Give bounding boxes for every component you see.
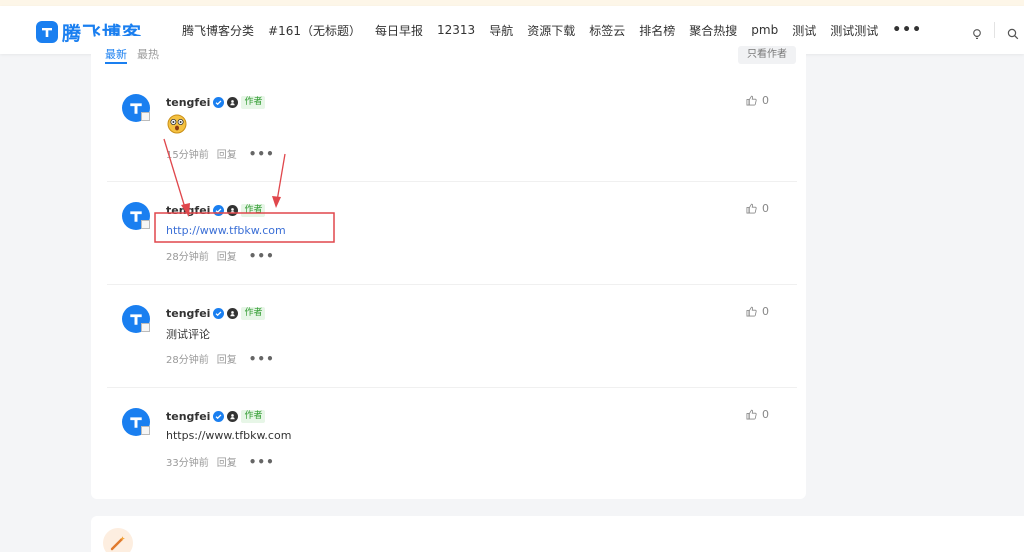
comment-author[interactable]: tengfei xyxy=(166,204,210,217)
search-icon[interactable] xyxy=(1007,25,1019,40)
user-icon xyxy=(227,204,239,216)
comment-author[interactable]: tengfei xyxy=(166,410,210,423)
verified-icon xyxy=(213,96,225,108)
verified-icon xyxy=(213,307,225,319)
nav-item-12313[interactable]: 12313 xyxy=(437,23,475,37)
comment-header: tengfei 作者 xyxy=(166,202,266,218)
comment-time: 28分钟前 xyxy=(166,252,209,263)
more-options-icon[interactable]: ••• xyxy=(249,455,275,469)
author-only-button[interactable]: 只看作者 xyxy=(738,46,796,64)
author-badge: 作者 xyxy=(241,409,266,423)
comment-divider xyxy=(107,284,797,285)
nav-item-pmb[interactable]: pmb xyxy=(751,23,778,37)
more-options-icon[interactable]: ••• xyxy=(249,147,275,161)
thumbs-up-icon xyxy=(746,95,757,106)
like-button[interactable]: 0 xyxy=(746,202,769,215)
like-count: 0 xyxy=(762,305,769,318)
header-divider xyxy=(994,22,995,38)
comment-header: tengfei 作者 xyxy=(166,94,266,110)
more-options-icon[interactable]: ••• xyxy=(249,249,275,263)
next-card xyxy=(91,516,1024,552)
reply-button[interactable]: 回复 xyxy=(217,146,237,161)
broken-image-icon xyxy=(141,426,150,435)
author-badge: 作者 xyxy=(241,306,266,320)
tab-hottest[interactable]: 最热 xyxy=(137,48,159,64)
comment-header: tengfei 作者 xyxy=(166,305,266,321)
user-icon xyxy=(227,307,239,319)
comment-time: 28分钟前 xyxy=(166,355,209,366)
verified-icon xyxy=(213,204,225,216)
comment-meta: 28分钟前 回复 ••• xyxy=(166,351,275,367)
like-count: 0 xyxy=(762,202,769,215)
broken-image-icon xyxy=(141,323,150,332)
thumbs-up-icon xyxy=(746,203,757,214)
comment-meta: 33分钟前 回复 ••• xyxy=(166,454,275,470)
comment-time: 33分钟前 xyxy=(166,458,209,469)
comment-header: tengfei 作者 xyxy=(166,408,266,424)
comment-text: 测试评论 xyxy=(166,328,210,341)
comment-meta: 15分钟前 回复 ••• xyxy=(166,146,275,162)
comment-text: https://www.tfbkw.com xyxy=(166,429,292,442)
more-dots-icon[interactable]: ••• xyxy=(892,22,922,38)
author-badge: 作者 xyxy=(241,95,266,109)
tab-latest[interactable]: 最新 xyxy=(105,48,127,64)
comment-time: 15分钟前 xyxy=(166,150,209,161)
comment-item: tengfei 作者 http://www.tfbkw.com 28分钟前 回复… xyxy=(107,202,797,274)
reply-button[interactable]: 回复 xyxy=(217,454,237,469)
nav-item-test-test[interactable]: 测试测试 xyxy=(830,22,878,39)
like-button[interactable]: 0 xyxy=(746,305,769,318)
comment-item: tengfei 作者 15分钟前 回复 ••• 0 xyxy=(107,94,797,166)
thumbs-up-icon xyxy=(746,409,757,420)
comment-item: tengfei 作者 测试评论 28分钟前 回复 ••• 0 xyxy=(107,305,797,377)
shocked-emoji-icon xyxy=(166,113,188,138)
user-icon xyxy=(227,410,239,422)
more-options-icon[interactable]: ••• xyxy=(249,352,275,366)
like-button[interactable]: 0 xyxy=(746,408,769,421)
reply-button[interactable]: 回复 xyxy=(217,351,237,366)
lightbulb-icon[interactable] xyxy=(971,25,983,39)
author-badge: 作者 xyxy=(241,203,266,217)
user-icon xyxy=(227,96,239,108)
like-count: 0 xyxy=(762,408,769,421)
reply-button[interactable]: 回复 xyxy=(217,248,237,263)
broken-image-icon xyxy=(141,220,150,229)
comment-divider xyxy=(107,181,797,182)
logo-mark-icon xyxy=(36,21,58,43)
comment-author[interactable]: tengfei xyxy=(166,307,210,320)
comment-author[interactable]: tengfei xyxy=(166,96,210,109)
magic-wand-icon xyxy=(103,528,133,552)
comment-link[interactable]: http://www.tfbkw.com xyxy=(166,224,286,237)
comment-sort-tabs: 最新 最热 xyxy=(105,48,169,64)
comment-meta: 28分钟前 回复 ••• xyxy=(166,248,275,264)
comment-divider xyxy=(107,387,797,388)
thumbs-up-icon xyxy=(746,306,757,317)
broken-image-icon xyxy=(141,112,150,121)
comments-card: 最新 最热 只看作者 tengfei 作者 15分钟前 回复 ••• 0 ten… xyxy=(91,36,806,499)
verified-icon xyxy=(213,410,225,422)
comment-item: tengfei 作者 https://www.tfbkw.com 33分钟前 回… xyxy=(107,408,797,480)
like-count: 0 xyxy=(762,94,769,107)
like-button[interactable]: 0 xyxy=(746,94,769,107)
